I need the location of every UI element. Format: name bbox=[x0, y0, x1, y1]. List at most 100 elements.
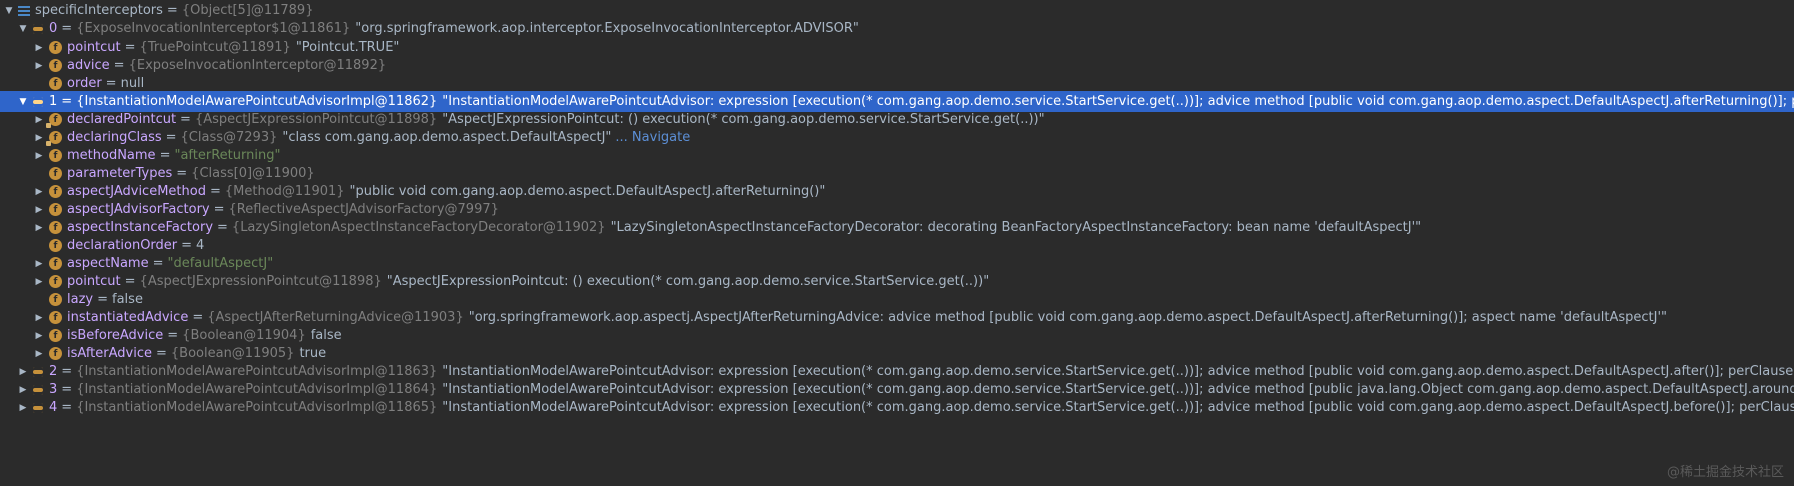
equals-sign: = bbox=[217, 220, 228, 235]
field-value: "defaultAspectJ" bbox=[167, 256, 274, 271]
equals-sign: = bbox=[61, 94, 73, 109]
expand-arrow-icon[interactable]: ▶ bbox=[32, 277, 46, 287]
element-type: {InstantiationModelAwarePointcutAdvisorI… bbox=[76, 400, 438, 415]
field-type: {Class@7293} bbox=[180, 130, 278, 145]
field-icon: f bbox=[49, 149, 62, 162]
field-type: {ReflectiveAspectJAdvisorFactory@7997} bbox=[228, 202, 499, 217]
field-name: aspectJAdvisorFactory bbox=[67, 202, 210, 217]
no-arrow: ▶ bbox=[32, 169, 46, 179]
field-name: pointcut bbox=[67, 274, 121, 289]
field-icon: f bbox=[49, 257, 62, 270]
collapse-arrow-icon[interactable]: ▼ bbox=[16, 97, 30, 107]
field-name: lazy bbox=[67, 292, 94, 307]
watermark: @稀土掘金技术社区 bbox=[1666, 465, 1784, 480]
final-field-icon: f bbox=[46, 113, 62, 128]
expand-arrow-icon[interactable]: ▶ bbox=[32, 223, 46, 233]
expand-arrow-icon[interactable]: ▶ bbox=[32, 313, 46, 323]
collapse-arrow-icon[interactable]: ▼ bbox=[16, 24, 30, 34]
field-value: "org.springframework.aop.aspectj.AspectJ… bbox=[468, 310, 1668, 325]
field-type: {ExposeInvocationInterceptor@11892} bbox=[128, 58, 387, 73]
no-arrow: ▶ bbox=[32, 295, 46, 305]
expand-arrow-icon[interactable]: ▶ bbox=[32, 43, 46, 53]
field-name: declarationOrder bbox=[67, 238, 178, 253]
field-icon: f bbox=[49, 293, 62, 306]
no-arrow: ▶ bbox=[32, 79, 46, 89]
element-value: "InstantiationModelAwarePointcutAdvisor:… bbox=[442, 94, 1794, 109]
field-name: isAfterAdvice bbox=[67, 346, 152, 361]
expand-arrow-icon[interactable]: ▶ bbox=[32, 133, 46, 143]
expand-arrow-icon[interactable]: ▶ bbox=[32, 259, 46, 269]
element-value: "InstantiationModelAwarePointcutAdvisor:… bbox=[442, 400, 1794, 415]
expand-arrow-icon[interactable]: ▶ bbox=[16, 385, 30, 395]
equals-sign: = bbox=[165, 130, 177, 145]
equals-sign: = bbox=[113, 58, 125, 73]
field-value: false bbox=[310, 328, 342, 343]
expand-arrow-icon[interactable]: ▶ bbox=[32, 115, 46, 125]
array-element-icon bbox=[33, 384, 43, 395]
field-name: aspectJAdviceMethod bbox=[67, 184, 206, 199]
field-icon: f bbox=[49, 275, 62, 288]
expand-arrow-icon[interactable]: ▶ bbox=[32, 205, 46, 215]
field-type: {AspectJExpressionPointcut@11898} bbox=[194, 112, 438, 127]
equals-sign: = bbox=[180, 112, 191, 127]
tree-row-element-0[interactable]: ▼ 0 = {ExposeInvocationInterceptor$1@118… bbox=[0, 18, 1794, 39]
equals-sign: = bbox=[167, 328, 179, 343]
element-value: "InstantiationModelAwarePointcutAdvisor:… bbox=[442, 364, 1794, 379]
expand-arrow-icon[interactable]: ▶ bbox=[32, 331, 46, 341]
field-icon: f bbox=[49, 167, 62, 180]
field-name: declaringClass bbox=[67, 130, 162, 145]
field-icon: f bbox=[49, 329, 62, 342]
field-value: "Pointcut.TRUE" bbox=[295, 40, 400, 55]
collapse-arrow-icon[interactable]: ▼ bbox=[2, 6, 16, 16]
element-value: "org.springframework.aop.interceptor.Exp… bbox=[355, 21, 859, 36]
equals-sign: = bbox=[159, 148, 171, 163]
expand-arrow-icon[interactable]: ▶ bbox=[16, 367, 30, 377]
tree-row-element-4[interactable]: ▶ 4 = {InstantiationModelAwarePointcutAd… bbox=[0, 397, 1794, 418]
field-name: advice bbox=[67, 58, 110, 73]
no-arrow: ▶ bbox=[32, 241, 46, 251]
equals-sign: = bbox=[97, 292, 109, 307]
field-type: {Boolean@11905} bbox=[170, 346, 295, 361]
field-value: 4 bbox=[196, 238, 205, 253]
field-icon: f bbox=[49, 59, 62, 72]
expand-arrow-icon[interactable]: ▶ bbox=[16, 403, 30, 413]
field-icon: f bbox=[49, 311, 62, 324]
element-type: {InstantiationModelAwarePointcutAdvisorI… bbox=[76, 94, 438, 109]
equals-sign: = bbox=[209, 184, 221, 199]
equals-sign: = bbox=[61, 382, 73, 397]
equals-sign: = bbox=[192, 310, 204, 325]
field-icon: f bbox=[49, 41, 62, 54]
field-name: order bbox=[67, 76, 102, 91]
variable-type: {Object[5]@11789} bbox=[181, 3, 314, 18]
expand-arrow-icon[interactable]: ▶ bbox=[32, 151, 46, 161]
element-value: "InstantiationModelAwarePointcutAdvisor:… bbox=[442, 382, 1794, 397]
expand-arrow-icon[interactable]: ▶ bbox=[32, 349, 46, 359]
expand-arrow-icon[interactable]: ▶ bbox=[32, 61, 46, 71]
equals-sign: = bbox=[124, 274, 136, 289]
field-value: "public void com.gang.aop.demo.aspect.De… bbox=[349, 184, 826, 199]
element-index: 4 bbox=[49, 400, 58, 415]
field-value: "afterReturning" bbox=[174, 148, 281, 163]
element-type: {InstantiationModelAwarePointcutAdvisorI… bbox=[76, 364, 438, 379]
navigate-link[interactable]: ... Navigate bbox=[615, 130, 690, 145]
equals-sign: = bbox=[61, 21, 73, 36]
equals-sign: = bbox=[155, 346, 167, 361]
field-icon: f bbox=[49, 203, 62, 216]
field-icon: f bbox=[49, 221, 62, 234]
field-value: true bbox=[299, 346, 327, 361]
element-index: 2 bbox=[49, 364, 58, 379]
equals-sign: = bbox=[152, 256, 164, 271]
array-element-icon bbox=[33, 402, 43, 413]
equals-sign: = bbox=[61, 400, 73, 415]
debugger-variables-tree: ▼ specificInterceptors = {Object[5]@1178… bbox=[0, 0, 1794, 486]
field-type: {LazySingletonAspectInstanceFactoryDecor… bbox=[231, 220, 606, 235]
variable-name: specificInterceptors bbox=[35, 3, 163, 18]
expand-arrow-icon[interactable]: ▶ bbox=[32, 187, 46, 197]
final-field-icon: f bbox=[46, 131, 62, 146]
equals-sign: = bbox=[124, 40, 136, 55]
field-name: aspectName bbox=[67, 256, 149, 271]
element-index: 3 bbox=[49, 382, 58, 397]
field-type: {TruePointcut@11891} bbox=[139, 40, 291, 55]
field-value: "AspectJExpressionPointcut: () execution… bbox=[386, 274, 990, 289]
element-index: 1 bbox=[49, 94, 58, 109]
